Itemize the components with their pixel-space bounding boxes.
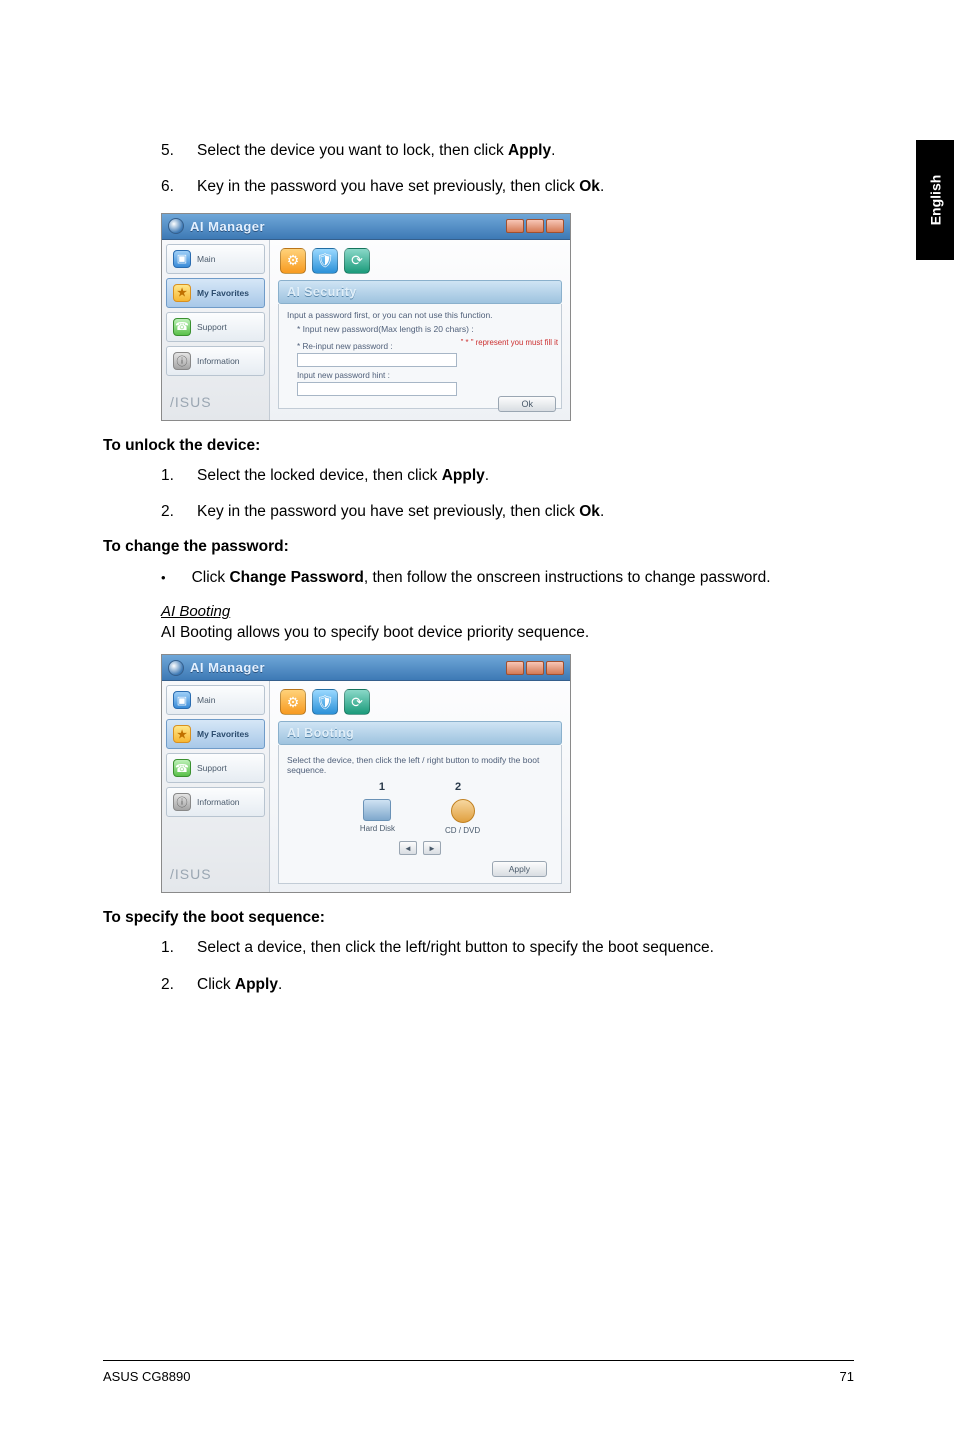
sidebar-item-favorites[interactable]: ★My Favorites: [166, 719, 265, 749]
ai-booting-desc: AI Booting allows you to specify boot de…: [161, 624, 854, 642]
sidebar-item-support[interactable]: ☎Support: [166, 312, 265, 342]
sidebar-item-information[interactable]: ⓘInformation: [166, 787, 265, 817]
panel-title: AI Security: [278, 280, 562, 304]
titlebar[interactable]: AI Manager: [162, 214, 570, 240]
panel-body: Input a password first, or you can not u…: [278, 304, 562, 409]
content-panel: ⚙ 🛡 ⟳ AI Booting Select the device, then…: [270, 681, 570, 892]
boot-step-1: 1. Select a device, then click the left/…: [161, 937, 854, 959]
ai-manager-window-booting: AI Manager ▣Main ★My Favorites ☎Support …: [161, 654, 571, 893]
password-hint-input[interactable]: [297, 382, 457, 396]
hint-label: Input new password hint :: [297, 371, 553, 380]
maximize-icon[interactable]: [526, 219, 544, 233]
ok-button[interactable]: Ok: [498, 396, 556, 412]
arrow-buttons: ◄ ►: [287, 841, 553, 855]
cd-icon: [451, 799, 475, 823]
tool-icon-2[interactable]: 🛡: [312, 689, 338, 715]
boot-columns: 1 2: [287, 781, 553, 793]
app-logo-icon: [168, 660, 184, 676]
content-panel: ⚙ 🛡 ⟳ AI Security Input a password first…: [270, 240, 570, 420]
star-icon: ★: [173, 284, 191, 302]
maximize-icon[interactable]: [526, 661, 544, 675]
harddisk-icon: [363, 799, 391, 821]
sidebar-item-support[interactable]: ☎Support: [166, 753, 265, 783]
info-icon: ⓘ: [173, 793, 191, 811]
brand-footer: /ISUS: [166, 384, 265, 416]
move-left-button[interactable]: ◄: [399, 841, 417, 855]
reinput-password-input[interactable]: [297, 353, 457, 367]
required-note: " * " represent you must fill it: [461, 338, 558, 347]
support-icon: ☎: [173, 318, 191, 336]
home-icon: ▣: [173, 691, 191, 709]
unlock-heading: To unlock the device:: [103, 437, 854, 455]
move-right-button[interactable]: ►: [423, 841, 441, 855]
titlebar[interactable]: AI Manager: [162, 655, 570, 681]
hint-sub: * Input new password(Max length is 20 ch…: [287, 324, 553, 334]
change-bullet: • Click Change Password, then follow the…: [103, 566, 854, 589]
hint-text: Input a password first, or you can not u…: [287, 310, 553, 320]
home-icon: ▣: [173, 250, 191, 268]
boot-devices: Hard Disk CD / DVD: [287, 799, 553, 835]
tool-icon-1[interactable]: ⚙: [280, 689, 306, 715]
support-icon: ☎: [173, 759, 191, 777]
step-number: 5.: [161, 140, 175, 162]
sidebar-item-main[interactable]: ▣Main: [166, 685, 265, 715]
col-1: 1: [379, 781, 385, 793]
change-heading: To change the password:: [103, 538, 854, 556]
sidebar: ▣Main ★My Favorites ☎Support ⓘInformatio…: [162, 681, 270, 892]
device-cddvd[interactable]: CD / DVD: [445, 799, 480, 835]
panel-title: AI Booting: [278, 721, 562, 745]
close-icon[interactable]: [546, 661, 564, 675]
apply-button[interactable]: Apply: [492, 861, 547, 877]
tool-icon-3[interactable]: ⟳: [344, 248, 370, 274]
brand-footer: /ISUS: [166, 856, 265, 888]
app-title: AI Manager: [190, 660, 265, 675]
panel-body: Select the device, then click the left /…: [278, 745, 562, 884]
boot-step-2: 2. Click Apply.: [161, 974, 854, 996]
boot-desc: Select the device, then click the left /…: [287, 755, 553, 775]
bullet-icon: •: [161, 566, 166, 589]
tool-icon-3[interactable]: ⟳: [344, 689, 370, 715]
step-text: Select the device you want to lock, then…: [197, 140, 555, 162]
footer-left: ASUS CG8890: [103, 1369, 190, 1384]
ai-manager-window-security: AI Manager ▣Main ★My Favorites ☎Support …: [161, 213, 571, 421]
device-harddisk[interactable]: Hard Disk: [360, 799, 395, 835]
tool-icon-2[interactable]: 🛡: [312, 248, 338, 274]
minimize-icon[interactable]: [506, 219, 524, 233]
sidebar-item-main[interactable]: ▣Main: [166, 244, 265, 274]
steps-top: 5. Select the device you want to lock, t…: [103, 140, 854, 199]
footer-page-number: 71: [840, 1369, 854, 1384]
app-title: AI Manager: [190, 219, 265, 234]
unlock-step-1: 1. Select the locked device, then click …: [161, 465, 854, 487]
unlock-step-2: 2. Key in the password you have set prev…: [161, 501, 854, 523]
ai-booting-subheading: AI Booting: [161, 603, 854, 620]
sidebar-item-favorites[interactable]: ★My Favorites: [166, 278, 265, 308]
step-number: 6.: [161, 176, 175, 198]
tool-icon-1[interactable]: ⚙: [280, 248, 306, 274]
step-text: Key in the password you have set previou…: [197, 176, 604, 198]
step-6: 6. Key in the password you have set prev…: [161, 176, 854, 198]
minimize-icon[interactable]: [506, 661, 524, 675]
sidebar-item-information[interactable]: ⓘInformation: [166, 346, 265, 376]
page-footer: ASUS CG8890 71: [0, 1360, 954, 1384]
col-2: 2: [455, 781, 461, 793]
footer-divider: [103, 1360, 854, 1361]
app-logo-icon: [168, 218, 184, 234]
step-5: 5. Select the device you want to lock, t…: [161, 140, 854, 162]
boot-heading: To specify the boot sequence:: [103, 909, 854, 927]
star-icon: ★: [173, 725, 191, 743]
close-icon[interactable]: [546, 219, 564, 233]
toolbar: ⚙ 🛡 ⟳: [278, 687, 562, 721]
sidebar: ▣Main ★My Favorites ☎Support ⓘInformatio…: [162, 240, 270, 420]
unlock-steps: 1. Select the locked device, then click …: [103, 465, 854, 524]
boot-steps: 1. Select a device, then click the left/…: [103, 937, 854, 996]
info-icon: ⓘ: [173, 352, 191, 370]
toolbar: ⚙ 🛡 ⟳: [278, 246, 562, 280]
